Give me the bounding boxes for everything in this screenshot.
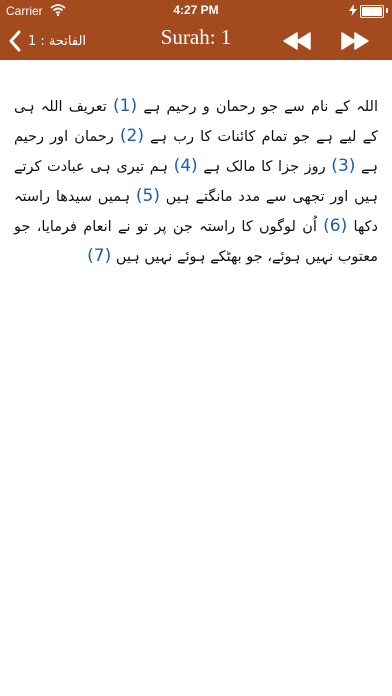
rewind-icon	[282, 32, 312, 56]
ayah-number: (3)	[331, 156, 356, 176]
navigation-bar: الفاتحة : 1 Surah: 1	[0, 22, 392, 60]
verse: روز جزا کا مالک ہے (4)	[168, 156, 326, 176]
ayah-number: (4)	[173, 156, 198, 176]
verse: اللہ کے نام سے جو رحمان و رحیم ہے (1)	[107, 96, 379, 116]
battery-icon	[360, 5, 384, 18]
ayah-number: (7)	[87, 246, 112, 266]
rewind-button[interactable]	[282, 30, 312, 52]
fast-forward-icon	[340, 32, 370, 56]
ayah-number: (6)	[323, 216, 348, 236]
verse-text: روز جزا کا مالک ہے	[203, 159, 326, 175]
battery-cap	[386, 8, 388, 13]
fast-forward-button[interactable]	[340, 30, 370, 52]
ayah-number: (1)	[113, 96, 138, 116]
surah-translation-text: اللہ کے نام سے جو رحمان و رحیم ہے (1) تع…	[14, 92, 378, 272]
battery-level	[362, 7, 382, 16]
verse-text: اللہ کے نام سے جو رحمان و رحیم ہے	[143, 99, 379, 115]
ayah-number: (5)	[135, 186, 160, 206]
status-bar: Carrier 4:27 PM	[0, 0, 392, 22]
charging-icon	[348, 4, 358, 16]
page-title: Surah: 1	[160, 25, 232, 49]
clock: 4:27 PM	[173, 3, 219, 17]
ayah-number: (2)	[119, 126, 144, 146]
